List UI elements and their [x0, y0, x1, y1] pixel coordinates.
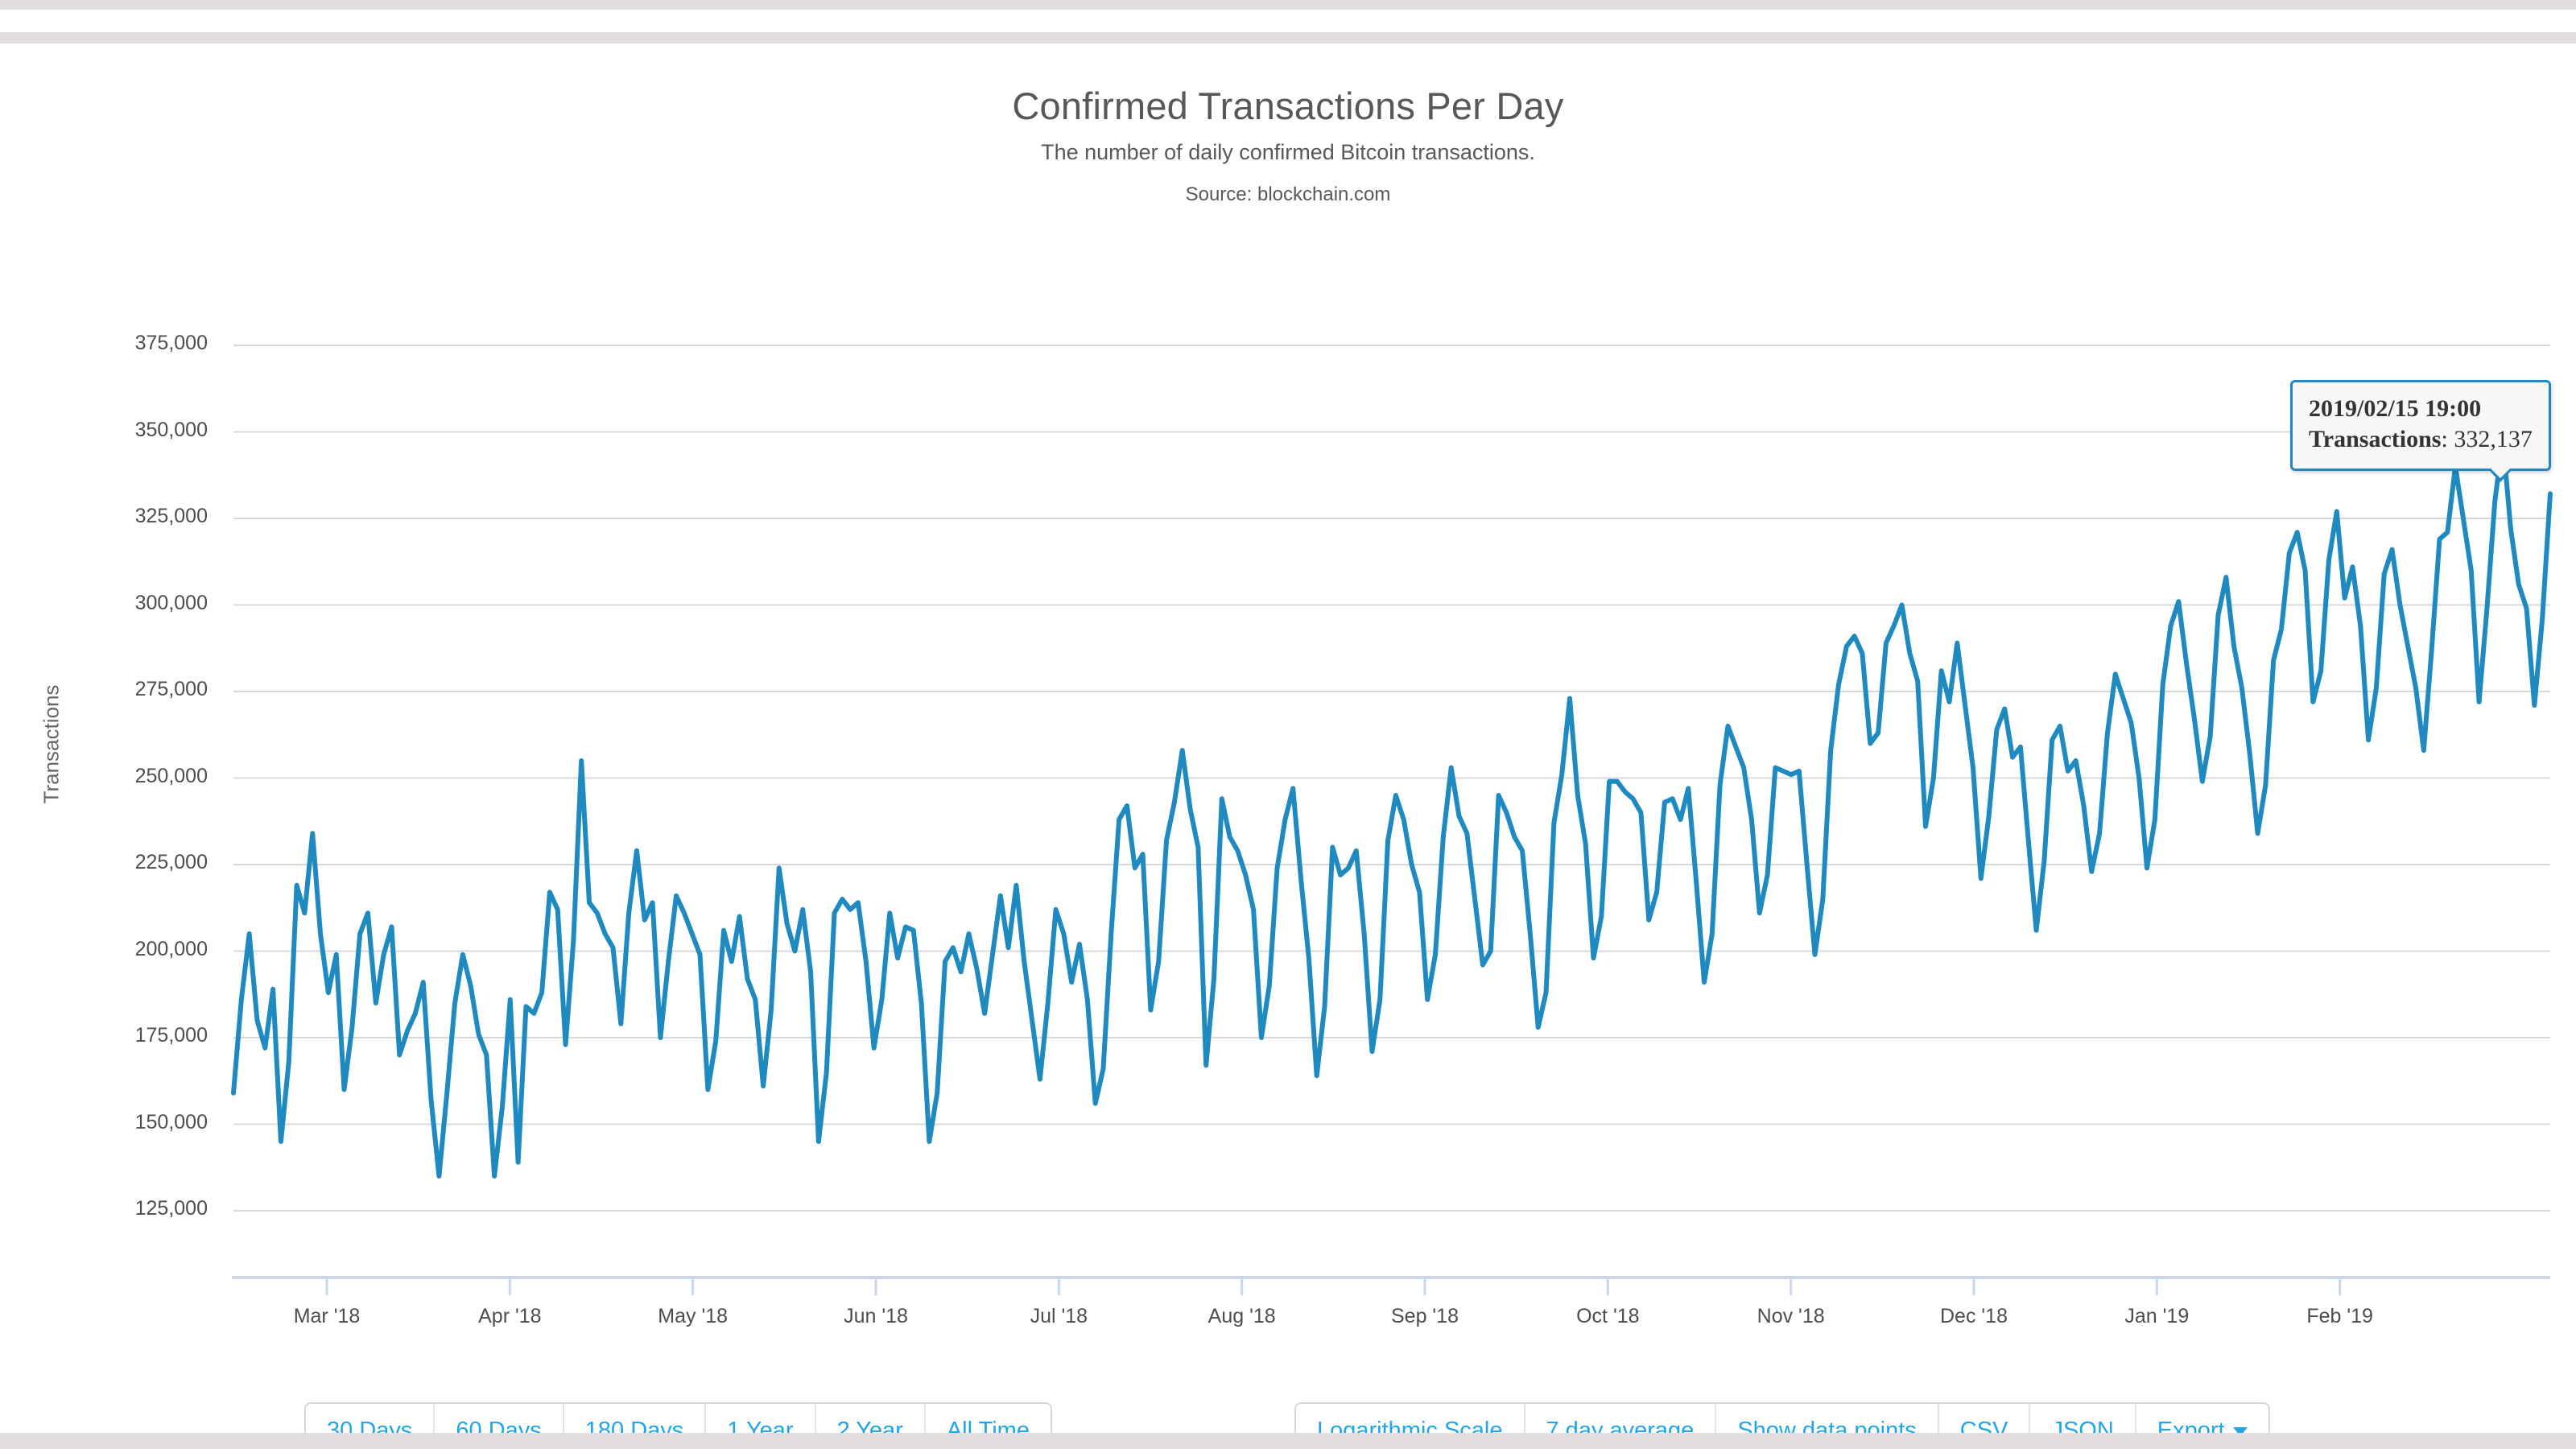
chart-plot-area[interactable]: Transactions 375,000 350,000 325,000 300,00…	[0, 43, 2576, 1348]
page-root: Confirmed Transactions Per Day The numbe…	[0, 0, 2576, 1449]
transactions-series-line	[233, 439, 2550, 1176]
x-axis-tick-label: Mar '18	[238, 1305, 415, 1328]
y-axis-tick-label: 200,000	[63, 938, 208, 961]
x-axis-tick-label: Nov '18	[1703, 1305, 1880, 1328]
y-axis-tick-label: 350,000	[63, 419, 208, 442]
x-axis-tick-label: May '18	[605, 1305, 782, 1328]
tooltip-value-row: Transactions: 332,137	[2309, 424, 2533, 455]
x-axis-tick-label: Dec '18	[1885, 1305, 2062, 1328]
x-axis-tick-label: Jul '18	[970, 1305, 1147, 1328]
chart-tooltip: 2019/02/15 19:00 Transactions: 332,137	[2290, 380, 2551, 471]
y-axis-tick-label: 225,000	[63, 851, 208, 874]
browser-chrome-footer-strip	[0, 1433, 2576, 1449]
x-axis-ticks	[327, 1278, 2340, 1295]
y-axis-tick-label: 175,000	[63, 1024, 208, 1047]
tooltip-value: 332,137	[2454, 426, 2533, 452]
browser-chrome-top-strip	[0, 0, 2576, 10]
chart-card: Confirmed Transactions Per Day The numbe…	[0, 43, 2576, 1433]
x-axis-tick-label: Apr '18	[421, 1305, 598, 1328]
x-axis-tick-label: Sep '18	[1336, 1305, 1513, 1328]
browser-chrome-bottom-strip	[0, 32, 2576, 43]
y-axis-tick-label: 375,000	[63, 332, 208, 355]
x-axis-tick-label: Jun '18	[787, 1305, 964, 1328]
x-axis-tick-label: Oct '18	[1519, 1305, 1696, 1328]
x-axis-tick-label: Aug '18	[1154, 1305, 1331, 1328]
tooltip-pointer-inner-icon	[2490, 468, 2511, 478]
y-axis-tick-label: 250,000	[63, 765, 208, 788]
y-axis-title: Transactions	[39, 640, 64, 849]
x-axis-tick-label: Feb '19	[2252, 1305, 2429, 1328]
x-axis-tick-label: Jan '19	[2068, 1305, 2245, 1328]
tooltip-date: 2019/02/15 19:00	[2309, 394, 2533, 424]
y-axis-tick-label: 325,000	[63, 505, 208, 528]
tooltip-series-label: Transactions	[2309, 426, 2441, 452]
y-axis-tick-label: 275,000	[63, 678, 208, 701]
browser-chrome-blank-strip	[0, 10, 2576, 32]
y-axis-tick-label: 150,000	[63, 1111, 208, 1134]
y-axis-tick-label: 300,000	[63, 592, 208, 615]
y-axis-tick-label: 125,000	[63, 1197, 208, 1220]
tooltip-separator: :	[2441, 426, 2454, 452]
transactions-line-chart[interactable]	[0, 43, 2576, 1348]
